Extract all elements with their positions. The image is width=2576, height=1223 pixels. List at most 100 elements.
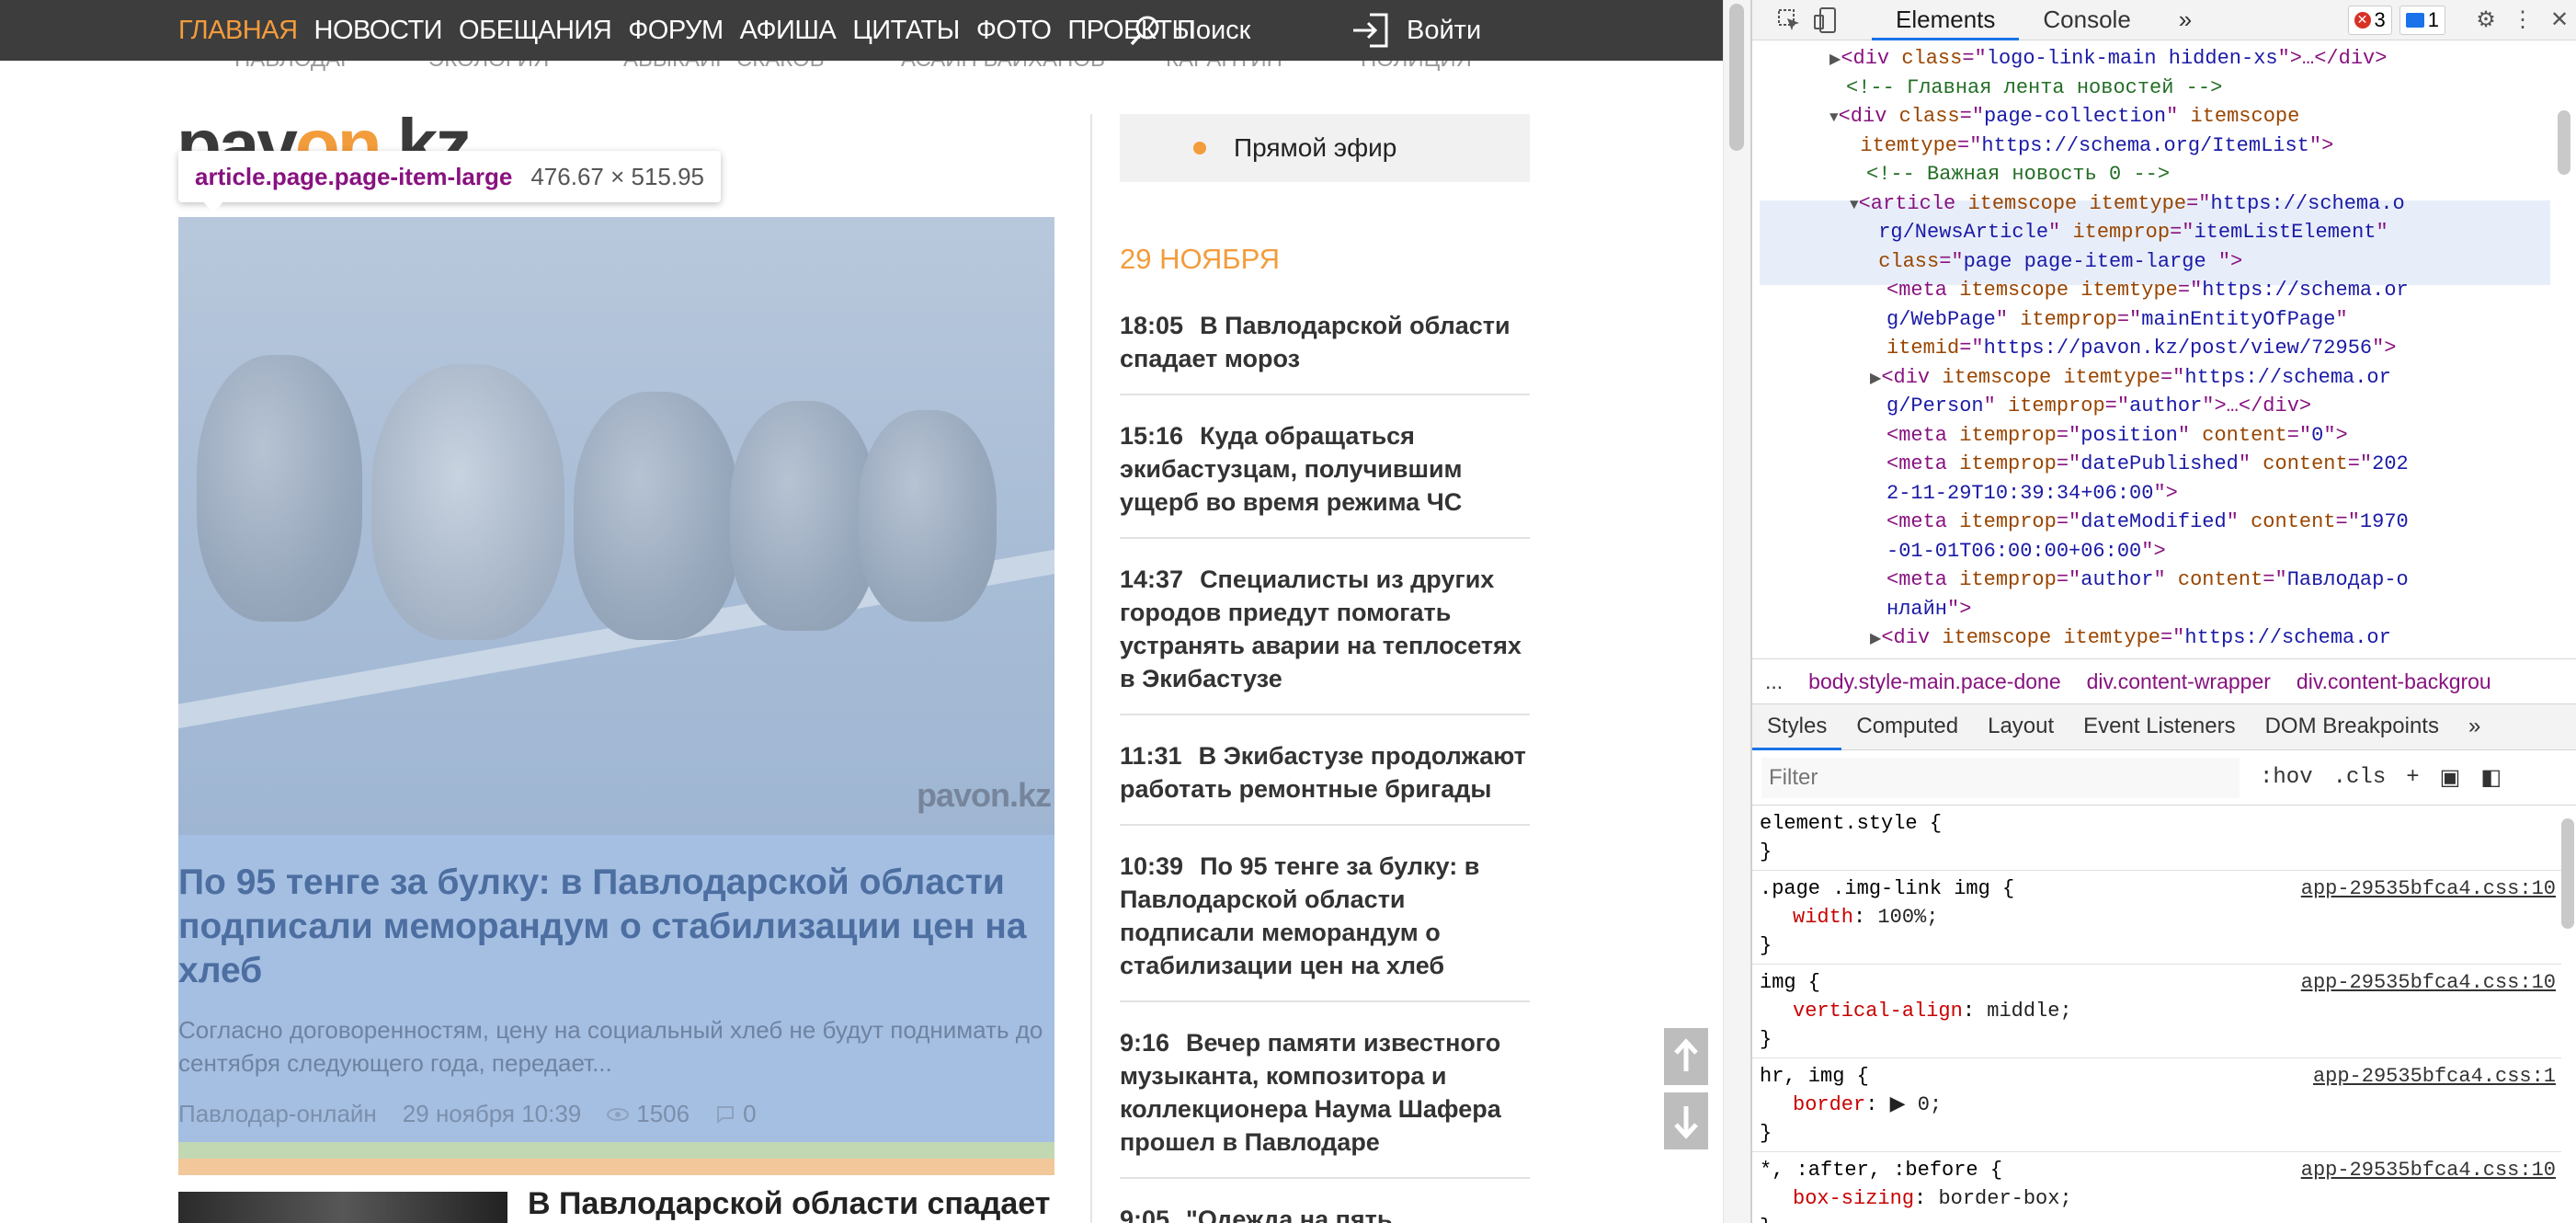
dom-tree-scrollbar[interactable] [2558,110,2570,175]
dom-node-line[interactable]: class="page page-item-large "> [1878,247,2242,276]
style-rule[interactable]: *, :after, :before {app-29535bfca4.css:1… [1752,1152,2561,1223]
tag-link[interactable]: КАРАНТИН [1166,61,1282,73]
live-stream-button[interactable]: Прямой эфир [1120,114,1530,182]
dom-token: <div [1881,365,1943,389]
dom-node-line[interactable]: -01-01T06:00:00+06:00"> [1886,537,2166,566]
featured-article-title[interactable]: По 95 тенге за булку: в Павлодарской обл… [178,861,1054,993]
kebab-menu-icon[interactable]: ⋮ [2504,0,2541,40]
breadcrumb-item[interactable]: div.content-backgrou [2297,669,2491,694]
nav-item[interactable]: ГЛАВНАЯ [178,16,298,46]
news-item[interactable]: 11:31 В Экибастузе продолжают работать ре… [1120,739,1530,826]
rule-source-link[interactable]: app-29535bfca4.css:10 [2301,1156,2556,1184]
dom-node-line[interactable]: rg/NewsArticle" itemprop="itemListElemen… [1878,218,2388,246]
dom-node-line[interactable]: ▶<div class="logo-link-main hidden-xs">…… [1829,44,2387,74]
styles-subtab[interactable]: Event Listeners [2069,704,2250,750]
tag-link[interactable]: АСАИН БАЙХАНОВ [901,61,1105,73]
dom-node-line[interactable]: <meta itemprop="datePublished" content="… [1886,450,2409,478]
collapse-triangle-icon[interactable]: ▼ [1829,109,1839,126]
style-rule[interactable]: element.style {} [1752,806,2561,871]
paint-icon[interactable]: ▣ [2440,764,2461,792]
error-count-badge[interactable]: ✕ 3 [2347,5,2392,35]
dom-node-line[interactable]: ▶<div itemscope itemtype="https://schema… [1870,623,2391,654]
collapse-triangle-icon[interactable]: ▼ [1850,197,1859,213]
tab-elements[interactable]: Elements [1872,0,2020,40]
css-declaration[interactable]: width: 100%; [1760,903,2554,932]
styles-subtab[interactable]: DOM Breakpoints [2251,704,2454,750]
nav-item[interactable]: ЦИТАТЫ [852,16,960,46]
featured-article-image[interactable]: pavon.kz [178,217,1054,835]
dom-tree[interactable]: ▶<div class="logo-link-main hidden-xs">…… [1752,40,2561,658]
dom-node-line[interactable]: g/Person" itemprop="author">…</div> [1886,392,2311,420]
page-scrollbar[interactable] [1723,0,1750,1223]
second-article-title[interactable]: В Павлодарской области спадает [528,1186,1050,1222]
rule-source-link[interactable]: app-29535bfca4.css:1 [2313,1062,2556,1091]
dom-node-line[interactable]: нлайн"> [1886,595,1971,623]
dom-node-line[interactable]: 2-11-29T10:39:34+06:00"> [1886,479,2178,508]
style-rule[interactable]: hr, img {app-29535bfca4.css:1 border: ▶ 0… [1752,1058,2561,1152]
dom-node-line[interactable]: ▼<article itemscope itemtype="https://sc… [1850,189,2405,220]
nav-item[interactable]: НОВОСТИ [314,16,443,46]
news-item[interactable]: 18:05 В Павлодарской области спадает моро… [1120,309,1530,395]
expand-triangle-icon[interactable]: ▶ [1870,631,1881,647]
css-declaration[interactable]: box-sizing: border-box; [1760,1184,2554,1213]
close-icon[interactable]: ✕ [2541,0,2576,40]
dom-node-line[interactable]: <!-- Главная лента новостей --> [1846,74,2222,102]
page-scrollbar-thumb[interactable] [1729,4,1744,151]
rule-source-link[interactable]: app-29535bfca4.css:10 [2301,968,2556,997]
styles-filter-input[interactable] [1761,757,2240,798]
more-tabs-icon[interactable]: » [2155,0,2216,40]
breadcrumb-item[interactable]: body.style-main.pace-done [1808,669,2060,694]
css-declaration[interactable]: border: ▶ 0; [1760,1091,2554,1119]
css-declaration[interactable]: vertical-align: middle; [1760,997,2554,1025]
scroll-up-button[interactable] [1664,1028,1708,1085]
breadcrumb-item[interactable]: div.content-wrapper [2087,669,2271,694]
styles-scrollbar[interactable] [2561,818,2574,929]
expand-triangle-icon[interactable]: ▶ [1829,51,1841,68]
tab-console[interactable]: Console [2019,0,2154,40]
styles-subtab[interactable]: Computed [1841,704,1973,750]
rule-source-link[interactable]: app-29535bfca4.css:10 [2301,874,2556,903]
tag-link[interactable]: ПОЛИЦИЯ [1361,61,1472,73]
dom-node-line[interactable]: <meta itemscope itemtype="https://schema… [1886,276,2409,304]
style-rule[interactable]: img {app-29535bfca4.css:10 vertical-align… [1752,965,2561,1058]
breadcrumb-item[interactable]: ... [1765,669,1783,694]
style-rule[interactable]: .page .img-link img {app-29535bfca4.css:… [1752,871,2561,965]
cls-toggle[interactable]: .cls [2333,765,2387,790]
nav-item[interactable]: ФОРУМ [628,16,724,46]
dom-node-line[interactable]: g/WebPage" itemprop="mainEntityOfPage" [1886,305,2348,334]
dom-node-line[interactable]: <!-- Важная новость 0 --> [1866,160,2170,189]
toggle-sidebar-icon[interactable]: ◧ [2480,764,2502,792]
styles-subtab[interactable]: Styles [1752,704,1842,750]
tag-link[interactable]: ПАВЛОДАР [234,61,355,73]
news-item[interactable]: 9:16 Вечер памяти известного музыканта, к… [1120,1026,1530,1179]
scroll-down-button[interactable] [1664,1092,1708,1149]
nav-item[interactable]: АФИША [740,16,837,46]
expand-triangle-icon[interactable]: ▶ [1870,371,1881,387]
search-button[interactable]: Поиск [1129,0,1250,61]
news-item[interactable]: 15:16 Куда обращаться экибастузцам, получ… [1120,419,1530,539]
nav-item[interactable]: ОБЕЩАНИЯ [459,16,612,46]
styles-subtab[interactable]: Layout [1973,704,2069,750]
settings-gear-icon[interactable]: ⚙ [2468,0,2504,40]
news-item[interactable]: 14:37 Специалисты из других городов приед… [1120,563,1530,715]
dom-node-line[interactable]: <meta itemprop="author" content="Павлода… [1886,566,2409,594]
dom-node-line[interactable]: ▶<div itemscope itemtype="https://schema… [1870,363,2391,394]
tag-link[interactable]: ЭКОЛОГИЯ [428,61,549,73]
dom-node-line[interactable]: <meta itemprop="dateModified" content="1… [1886,508,2409,536]
dom-node-line[interactable]: itemid="https://pavon.kz/post/view/72956… [1886,334,2397,362]
tag-link[interactable]: АБЫКАИР СКАКОВ [623,61,825,73]
new-rule-button[interactable]: + [2406,765,2419,790]
nav-item[interactable]: ФОТО [976,16,1052,46]
dom-node-line[interactable]: itemtype="https://schema.org/ItemList"> [1860,131,2333,160]
news-item[interactable]: 9:05 "Одежда на пять [1120,1203,1530,1223]
more-subtabs-icon[interactable]: » [2454,704,2495,750]
news-item[interactable]: 10:39 По 95 тенге за булку: в Павлодарско… [1120,850,1530,1002]
hov-toggle[interactable]: :hov [2260,765,2313,790]
device-toolbar-icon[interactable] [1807,0,1844,40]
second-article-image[interactable] [178,1192,507,1223]
login-button[interactable]: Войти [1351,0,1481,61]
dom-node-line[interactable]: ▼<div class="page-collection" itemscope [1829,102,2299,132]
dom-node-line[interactable]: <meta itemprop="position" content="0"> [1886,421,2348,450]
inspect-element-icon[interactable] [1771,0,1807,40]
message-count-badge[interactable]: 1 [2399,5,2445,35]
